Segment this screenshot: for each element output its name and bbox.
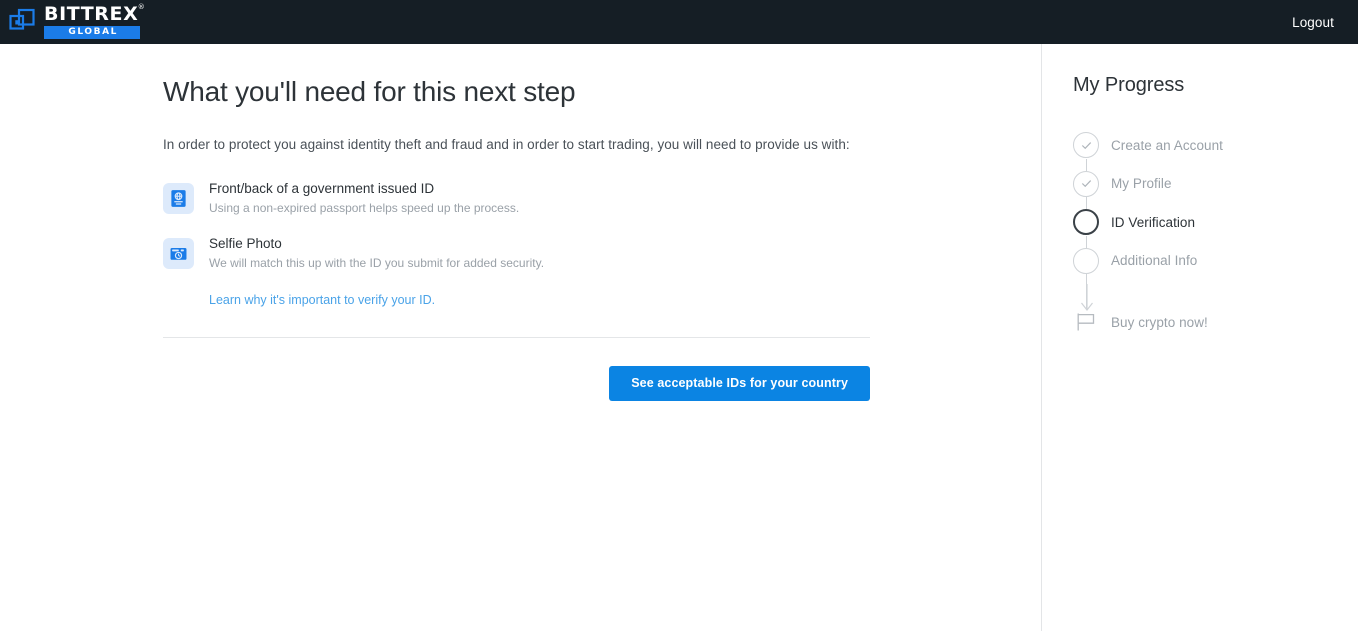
sidebar-title: My Progress <box>1073 74 1185 96</box>
requirement-item-selfie: Selfie Photo We will match this up with … <box>163 236 1041 271</box>
intro-text: In order to protect you against identity… <box>163 137 850 152</box>
main-content: What you'll need for this next step In o… <box>0 44 1042 631</box>
logo-wordmark: BITTREX ® <box>44 3 145 25</box>
requirement-subtitle: We will match this up with the ID you su… <box>209 255 545 270</box>
progress-steps: Create an Account My Profile ID Verifica… <box>1073 126 1358 342</box>
sidebar-step-create-an-account[interactable]: Create an Account <box>1073 126 1358 165</box>
sidebar-step-id-verification[interactable]: ID Verification <box>1073 203 1358 242</box>
registered-mark-icon: ® <box>137 3 146 11</box>
page-body: What you'll need for this next step In o… <box>0 44 1358 631</box>
requirement-title: Selfie Photo <box>209 235 282 251</box>
see-acceptable-ids-button[interactable]: See acceptable IDs for your country <box>609 365 870 401</box>
logo-global-band: GLOBAL <box>44 26 141 39</box>
progress-sidebar: My Progress Create an Account My Profile… <box>1042 44 1358 631</box>
empty-circle-icon <box>1073 247 1099 274</box>
logout-button[interactable]: Logout <box>1292 15 1334 30</box>
sidebar-step-additional-info[interactable]: Additional Info <box>1073 242 1358 281</box>
requirements-list: Front/back of a government issued ID Usi… <box>163 181 1041 271</box>
sidebar-step-label: My Profile <box>1111 176 1172 192</box>
section-divider <box>163 336 870 338</box>
sidebar-step-buy-crypto[interactable]: Buy crypto now! <box>1073 303 1358 342</box>
sidebar-step-label: ID Verification <box>1111 214 1196 230</box>
requirement-text-selfie: Selfie Photo We will match this up with … <box>209 236 544 271</box>
camera-icon <box>163 237 194 269</box>
step-connector-1 <box>1086 159 1087 171</box>
check-icon <box>1073 170 1099 197</box>
requirement-item-id: Front/back of a government issued ID Usi… <box>163 181 1041 216</box>
logo-word-text: BITTREX <box>44 3 139 25</box>
step-connector-2 <box>1086 197 1087 209</box>
app-header: BITTREX ® GLOBAL Logout <box>0 0 1358 44</box>
empty-circle-icon <box>1073 209 1099 236</box>
requirement-title: Front/back of a government issued ID <box>209 181 435 196</box>
bittrex-logo-mark-icon <box>8 7 38 37</box>
sidebar-step-label: Create an Account <box>1111 137 1223 153</box>
step-connector-4 <box>1086 274 1087 308</box>
passport-icon <box>163 183 194 214</box>
sidebar-step-my-profile[interactable]: My Profile <box>1073 165 1358 204</box>
step-connector-3 <box>1086 236 1087 248</box>
learn-more-link[interactable]: Learn why it's important to verify your … <box>209 293 435 307</box>
cta-row: See acceptable IDs for your country <box>163 365 870 401</box>
sidebar-step-label: Buy crypto now! <box>1111 314 1208 330</box>
requirement-text-id: Front/back of a government issued ID Usi… <box>209 181 519 216</box>
check-icon <box>1073 132 1099 159</box>
sidebar-step-label: Additional Info <box>1111 253 1198 269</box>
bittrex-global-logo[interactable]: BITTREX ® GLOBAL <box>8 3 145 39</box>
page-title: What you'll need for this next step <box>163 76 576 107</box>
requirement-subtitle: Using a non-expired passport helps speed… <box>209 200 520 215</box>
